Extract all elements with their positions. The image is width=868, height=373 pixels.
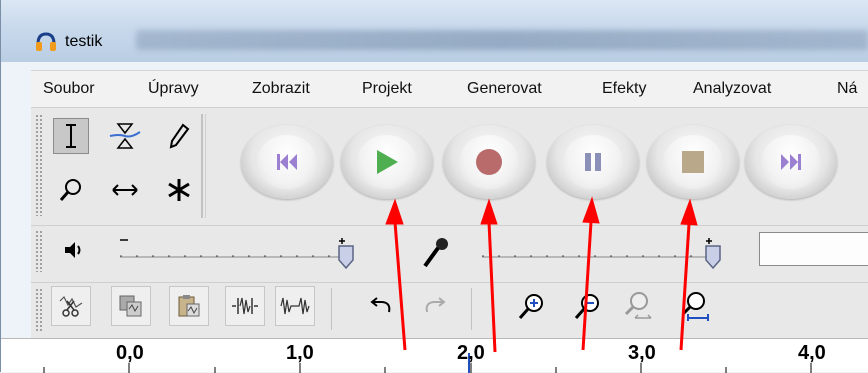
- blurred-background: [136, 30, 868, 50]
- playback-volume-slider[interactable]: [117, 234, 367, 272]
- fit-project-icon: [681, 292, 709, 321]
- skip-to-end-button[interactable]: [745, 125, 837, 199]
- paste-button[interactable]: [169, 286, 209, 326]
- cut-icon: [59, 295, 83, 317]
- redo-icon: [425, 297, 446, 313]
- menu-analyzovat[interactable]: Analyzovat: [693, 80, 771, 98]
- copy-button[interactable]: [111, 286, 151, 326]
- ruler-label: 0,0: [116, 342, 144, 364]
- menu-bar: Soubor Úpravy Zobrazit Projekt Generovat…: [31, 70, 868, 108]
- zoom-out-button[interactable]: [567, 286, 607, 326]
- zoom-tool-icon[interactable]: [53, 172, 89, 208]
- fit-selection-icon: [624, 292, 652, 319]
- trim-icon: [232, 297, 258, 315]
- trim-button[interactable]: [225, 286, 265, 326]
- audacity-window: testik Soubor Úpravy Zobrazit Projekt Ge…: [0, 0, 868, 373]
- play-button[interactable]: [341, 125, 433, 199]
- envelope-tool-icon[interactable]: [107, 118, 143, 154]
- silence-button[interactable]: [275, 286, 315, 326]
- ruler-label: 3,0: [628, 342, 656, 364]
- menu-generovat[interactable]: Generovat: [467, 80, 542, 98]
- microphone-icon: [421, 236, 451, 270]
- paste-icon: [178, 295, 200, 317]
- undo-button[interactable]: [361, 286, 401, 326]
- ruler-label: 1,0: [286, 342, 314, 364]
- stop-icon: [682, 151, 704, 173]
- skip-to-start-icon: [277, 154, 297, 170]
- menu-upravy[interactable]: Úpravy: [148, 80, 199, 98]
- record-button[interactable]: [443, 125, 535, 199]
- window-title: testik: [65, 33, 103, 50]
- skip-to-end-icon: [781, 154, 801, 170]
- recording-volume-slider[interactable]: [479, 234, 739, 272]
- audacity-headphones-icon: [35, 32, 57, 52]
- cut-button[interactable]: [51, 286, 91, 326]
- redo-button[interactable]: [415, 286, 455, 326]
- title-bar: testik: [1, 0, 868, 62]
- tools-toolbar-grip[interactable]: [35, 114, 43, 216]
- edit-separator: [331, 288, 332, 330]
- zoom-in-icon: [518, 294, 543, 319]
- copy-icon: [119, 295, 142, 317]
- zoom-in-button[interactable]: [511, 286, 551, 326]
- fit-project-button[interactable]: [673, 286, 713, 326]
- menu-soubor[interactable]: Soubor: [43, 80, 95, 98]
- record-icon: [476, 149, 502, 175]
- time-shift-tool-icon[interactable]: [107, 172, 143, 208]
- toolbar-separator: [201, 114, 203, 218]
- menu-next-truncated[interactable]: Ná: [837, 80, 857, 98]
- speaker-icon: [63, 240, 85, 260]
- transport-toolbar-edge: [205, 114, 213, 218]
- ruler-label: 2,0: [457, 342, 485, 364]
- meter-field[interactable]: [759, 232, 868, 266]
- stop-button[interactable]: [647, 125, 739, 199]
- edit-toolbar-grip[interactable]: [35, 288, 43, 332]
- menu-projekt[interactable]: Projekt: [362, 80, 412, 98]
- ruler-label: 4,0: [798, 342, 826, 364]
- silence-icon: [280, 297, 310, 315]
- selection-tool-icon[interactable]: [53, 118, 89, 154]
- fit-selection-button[interactable]: [617, 286, 657, 326]
- edit-separator: [471, 288, 472, 330]
- pause-button[interactable]: [547, 125, 639, 199]
- zoom-out-icon: [574, 294, 599, 319]
- device-toolbar-grip[interactable]: [35, 230, 43, 272]
- multi-tool-icon[interactable]: [161, 172, 197, 208]
- undo-icon: [370, 297, 391, 313]
- menu-efekty[interactable]: Efekty: [602, 80, 646, 98]
- draw-tool-icon[interactable]: [161, 118, 197, 154]
- menu-zobrazit[interactable]: Zobrazit: [252, 80, 310, 98]
- play-icon: [377, 150, 398, 174]
- pause-icon: [585, 153, 601, 171]
- skip-to-start-button[interactable]: [241, 125, 333, 199]
